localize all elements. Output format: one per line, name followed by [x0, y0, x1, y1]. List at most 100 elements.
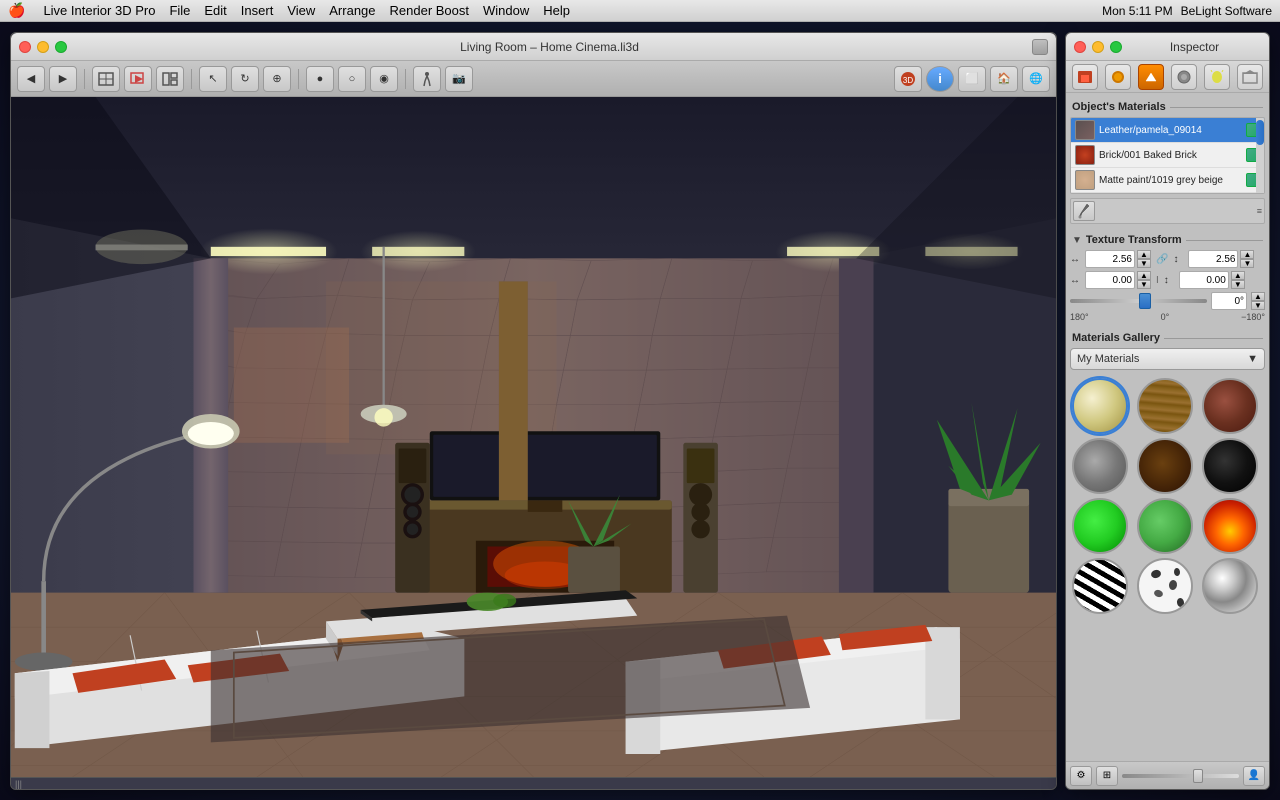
window-title: Living Room – Home Cinema.li3d: [73, 40, 1026, 54]
render-button[interactable]: [124, 66, 152, 92]
material-item-3[interactable]: Matte paint/1019 grey beige: [1071, 168, 1264, 193]
menu-view[interactable]: View: [287, 3, 315, 18]
torus-tool[interactable]: ◉: [370, 66, 398, 92]
move-tool[interactable]: ⊕: [263, 66, 291, 92]
gallery-item-dalmatian[interactable]: [1137, 558, 1193, 614]
tab-paint[interactable]: [1138, 64, 1164, 90]
gallery-grid: [1070, 376, 1265, 616]
tab-light[interactable]: [1204, 64, 1230, 90]
menu-window[interactable]: Window: [483, 3, 529, 18]
rotation-slider-thumb[interactable]: [1139, 293, 1151, 309]
height-step-up[interactable]: ▲: [1240, 250, 1254, 259]
grid-button[interactable]: ⊞: [1096, 766, 1118, 786]
tools-row: ≡: [1070, 198, 1265, 224]
gallery-item-plain[interactable]: [1072, 378, 1128, 434]
gallery-dropdown[interactable]: My Materials ▼: [1070, 348, 1265, 370]
nav-back-button[interactable]: ◀: [17, 66, 45, 92]
section-divider-1: [1170, 107, 1263, 108]
tab-home[interactable]: [1072, 64, 1098, 90]
gear-button[interactable]: ⚙: [1070, 766, 1092, 786]
gallery-item-green-bright[interactable]: [1072, 498, 1128, 554]
move3d-button[interactable]: 3D: [894, 66, 922, 92]
toolbar-right: 3D i ⬜ 🏠 🌐: [894, 66, 1050, 92]
width-step-down[interactable]: ▼: [1137, 259, 1151, 268]
inspector-max[interactable]: [1110, 41, 1122, 53]
link-icon[interactable]: 🔗: [1156, 254, 1168, 265]
rotation-step-down[interactable]: ▼: [1251, 301, 1265, 310]
menubar: 🍎 Live Interior 3D Pro File Edit Insert …: [0, 0, 1280, 22]
rotation-slider-track[interactable]: [1070, 299, 1207, 303]
bottom-slider-thumb[interactable]: [1193, 769, 1203, 783]
nav-forward-button[interactable]: ▶: [49, 66, 77, 92]
height-step-down[interactable]: ▼: [1240, 259, 1254, 268]
gallery-item-fire[interactable]: [1202, 498, 1258, 554]
offset-x-up[interactable]: ▲: [1137, 271, 1151, 280]
menu-help[interactable]: Help: [543, 3, 570, 18]
person-button[interactable]: 👤: [1243, 766, 1265, 786]
gallery-item-chrome[interactable]: [1202, 558, 1258, 614]
gallery-item-concrete[interactable]: [1072, 438, 1128, 494]
gallery-item-wood[interactable]: [1137, 378, 1193, 434]
eyedropper-tool[interactable]: [1073, 201, 1095, 221]
floorplan-button[interactable]: [92, 66, 120, 92]
viewport-scrollbar[interactable]: |||: [11, 777, 1056, 789]
offset-y-up[interactable]: ▲: [1231, 271, 1245, 280]
close-button[interactable]: [19, 41, 31, 53]
material-item-2[interactable]: Brick/001 Baked Brick: [1071, 143, 1264, 168]
transform-width-row: ↔ ▲ ▼ 🔗 ↕ ▲ ▼: [1070, 250, 1265, 268]
rotation-input[interactable]: [1211, 292, 1247, 310]
info-button[interactable]: i: [926, 66, 954, 92]
camera-tool[interactable]: 📷: [445, 66, 473, 92]
gallery-item-green-mid[interactable]: [1137, 498, 1193, 554]
tab-room[interactable]: [1237, 64, 1263, 90]
sphere-tool[interactable]: ●: [306, 66, 334, 92]
window-close-icon[interactable]: [1032, 39, 1048, 55]
menu-file[interactable]: File: [169, 3, 190, 18]
walk-tool[interactable]: [413, 66, 441, 92]
home-view[interactable]: 🏠: [990, 66, 1018, 92]
rotate-tool[interactable]: ↻: [231, 66, 259, 92]
window-titlebar: Living Room – Home Cinema.li3d: [11, 33, 1056, 61]
tab-texture[interactable]: [1171, 64, 1197, 90]
offset-x-down[interactable]: ▼: [1137, 280, 1151, 289]
select-tool[interactable]: ↖: [199, 66, 227, 92]
width-step-up[interactable]: ▲: [1137, 250, 1151, 259]
offset-y-input[interactable]: [1179, 271, 1229, 289]
minimize-button[interactable]: [37, 41, 49, 53]
menu-render[interactable]: Render Boost: [390, 3, 470, 18]
bottom-slider[interactable]: [1122, 774, 1239, 778]
material-item-1[interactable]: Leather/pamela_09014: [1071, 118, 1264, 143]
menu-arrange[interactable]: Arrange: [329, 3, 375, 18]
gallery-item-wood-dark[interactable]: [1137, 438, 1193, 494]
menu-edit[interactable]: Edit: [204, 3, 226, 18]
inspector-min[interactable]: [1092, 41, 1104, 53]
gallery-item-dark[interactable]: [1202, 438, 1258, 494]
menu-app[interactable]: Live Interior 3D Pro: [43, 3, 155, 18]
height-input[interactable]: [1188, 250, 1238, 268]
menu-insert[interactable]: Insert: [241, 3, 274, 18]
collapse-arrow[interactable]: ▼: [1072, 235, 1082, 246]
room-scene: [11, 97, 1056, 777]
inspector-close[interactable]: [1074, 41, 1086, 53]
material-thumb-2: [1075, 145, 1095, 165]
menubar-app: BeLight Software: [1181, 4, 1272, 18]
ring-tool[interactable]: ○: [338, 66, 366, 92]
offset-y-down[interactable]: ▼: [1231, 280, 1245, 289]
width-input[interactable]: [1085, 250, 1135, 268]
viewport-3d[interactable]: [11, 97, 1056, 777]
gallery-item-brick[interactable]: [1202, 378, 1258, 434]
globe-view[interactable]: 🌐: [1022, 66, 1050, 92]
maximize-button[interactable]: [55, 41, 67, 53]
offset-x-group: ▲ ▼: [1085, 271, 1151, 289]
offset-x-input[interactable]: [1085, 271, 1135, 289]
rotation-step-up[interactable]: ▲: [1251, 292, 1265, 301]
view-button[interactable]: [156, 66, 184, 92]
materials-scrollbar[interactable]: [1256, 118, 1264, 193]
material-name-1: Leather/pamela_09014: [1099, 125, 1242, 136]
square-view[interactable]: ⬜: [958, 66, 986, 92]
apple-menu-icon[interactable]: 🍎: [8, 2, 25, 19]
tab-material[interactable]: [1105, 64, 1131, 90]
objects-materials-title: Object's Materials: [1072, 101, 1166, 113]
gallery-item-zebra[interactable]: [1072, 558, 1128, 614]
transform-offset-row: ↔ ▲ ▼ I ↕ ▲ ▼: [1070, 271, 1265, 289]
